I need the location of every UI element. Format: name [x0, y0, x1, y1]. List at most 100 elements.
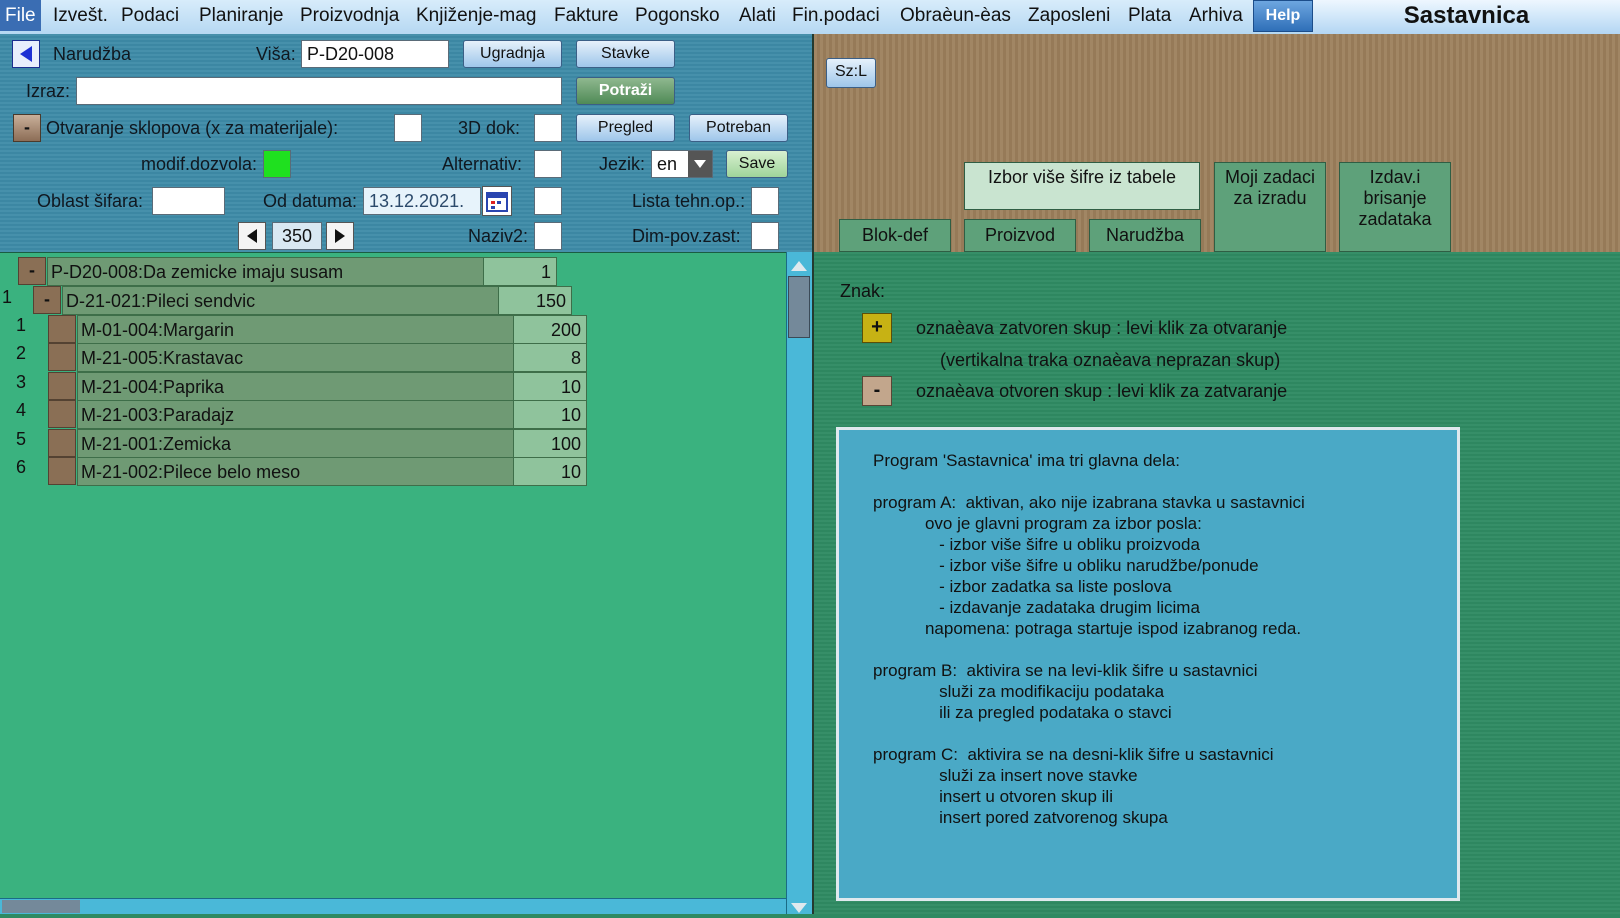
stavke-button[interactable]: Stavke: [576, 40, 675, 68]
naziv2-checkbox[interactable]: [534, 222, 562, 250]
menu-planiranje[interactable]: Planiranje: [199, 0, 284, 31]
info-line: napomena: potraga startuje ispod izabran…: [873, 619, 1302, 638]
scroll-down-icon[interactable]: [791, 900, 807, 918]
help-button[interactable]: Help: [1253, 0, 1313, 32]
tab-narudzba[interactable]: Narudžba: [1089, 219, 1201, 252]
tree-node-item[interactable]: M-21-001:Zemicka: [77, 429, 514, 458]
menu-knjizenje-mag[interactable]: Knjiženje-mag: [416, 0, 536, 31]
menu-izvestaji[interactable]: Izvešt.: [53, 0, 108, 31]
dok3d-checkbox[interactable]: [534, 114, 562, 142]
leaf-marker[interactable]: [48, 372, 76, 400]
tree-node-qty[interactable]: 100: [513, 429, 587, 458]
menu-plata[interactable]: Plata: [1128, 0, 1171, 31]
scroll-thumb[interactable]: [788, 276, 810, 338]
tree-node-qty[interactable]: 200: [513, 315, 587, 344]
info-line: služi za modifikaciju podataka: [873, 682, 1165, 701]
row-number: 4: [16, 400, 27, 420]
tree-node-item[interactable]: M-21-005:Krastavac: [77, 343, 514, 372]
tree-node-qty[interactable]: 150: [498, 286, 572, 315]
app-title: Sastavnica: [1313, 0, 1620, 34]
tab-proizvod[interactable]: Proizvod: [964, 219, 1076, 252]
collapse-sklopovi-button[interactable]: -: [13, 114, 41, 142]
menu-podaci[interactable]: Podaci: [121, 0, 179, 31]
potreban-button[interactable]: Potreban: [689, 114, 788, 142]
tab-blok-def[interactable]: Blok-def: [839, 219, 951, 252]
visa-label: Viša:: [256, 44, 296, 64]
tree-node-root[interactable]: P-D20-008:Da zemicke imaju susam: [47, 257, 484, 286]
menu-fin-podaci[interactable]: Fin.podaci: [792, 0, 880, 31]
dim-pov-checkbox[interactable]: [751, 222, 779, 250]
sub-expander[interactable]: -: [33, 286, 61, 314]
tree-node-qty[interactable]: 10: [513, 457, 587, 486]
menu-zaposleni[interactable]: Zaposleni: [1028, 0, 1110, 31]
leaf-marker[interactable]: [48, 315, 76, 343]
row-number: 2: [16, 343, 27, 363]
next-page-button[interactable]: [326, 222, 354, 250]
oblast-sifara-input[interactable]: [152, 187, 225, 215]
tree-node-item[interactable]: M-21-003:Paradajz: [77, 400, 514, 429]
pregled-button[interactable]: Pregled: [576, 114, 675, 142]
right-top-panel: Sz:L Izbor više šifre iz tabele Moji zad…: [812, 34, 1620, 252]
potrazi-button[interactable]: Potraži: [576, 77, 675, 105]
calendar-icon[interactable]: [482, 186, 512, 216]
leaf-marker[interactable]: [48, 429, 76, 457]
tree-horizontal-scrollbar[interactable]: [0, 898, 786, 914]
alternativ-checkbox[interactable]: [534, 150, 562, 178]
info-line: - izdavanje zadataka drugim licima: [873, 598, 1200, 617]
tree-node-qty[interactable]: 10: [513, 372, 587, 401]
leaf-marker[interactable]: [48, 457, 76, 485]
tree-node-item[interactable]: M-01-004:Margarin: [77, 315, 514, 344]
menu-proizvodnja[interactable]: Proizvodnja: [300, 0, 399, 31]
od-datuma-input[interactable]: 13.12.2021.: [363, 187, 481, 215]
tab-izdavanje-line-3: zadataka: [1358, 209, 1432, 229]
page-number-input[interactable]: 350: [272, 222, 322, 250]
scroll-thumb[interactable]: [2, 900, 80, 913]
menu-pogonsko[interactable]: Pogonsko: [635, 0, 720, 31]
left-toolbar: Narudžba Viša: P-D20-008 Ugradnja Stavke…: [0, 34, 812, 252]
otvaranje-label: Otvaranje sklopova (x za materijale):: [46, 118, 339, 138]
narudzba-label: Narudžba: [53, 44, 132, 64]
tree-node-item[interactable]: M-21-004:Paprika: [77, 372, 514, 401]
menu-arhiva[interactable]: Arhiva: [1189, 0, 1243, 31]
leaf-marker[interactable]: [48, 400, 76, 428]
back-button[interactable]: [12, 40, 40, 68]
szl-button[interactable]: Sz:L: [826, 58, 876, 88]
tree-node-qty[interactable]: 8: [513, 343, 587, 372]
ugradnja-button[interactable]: Ugradnja: [463, 40, 562, 68]
save-button[interactable]: Save: [726, 150, 788, 178]
scroll-up-icon[interactable]: [791, 258, 807, 276]
tab-moji-zadaci-line-1: Moji zadaci: [1224, 167, 1316, 187]
menu-obracun-cas[interactable]: Obraèun-èas: [900, 0, 1011, 31]
bom-tree-panel: - P-D20-008:Da zemicke imaju susam 1 1 -…: [0, 252, 786, 914]
tab-moji-zadaci[interactable]: Moji zadaci za izradu: [1214, 162, 1326, 252]
jezik-select[interactable]: en: [651, 150, 713, 178]
menu-fakture[interactable]: Fakture: [554, 0, 618, 31]
tab-moji-zadaci-line-2: za izradu: [1233, 188, 1307, 208]
modif-dozvola-indicator[interactable]: [263, 150, 291, 178]
leaf-marker[interactable]: [48, 343, 76, 371]
prev-page-button[interactable]: [238, 222, 266, 250]
menu-file[interactable]: File: [0, 0, 41, 31]
tree-node-sub[interactable]: D-21-021:Pileci sendvic: [62, 286, 499, 315]
tree-node-item[interactable]: M-21-002:Pilece belo meso: [77, 457, 514, 486]
tree-node-qty[interactable]: 10: [513, 400, 587, 429]
otvaranje-checkbox[interactable]: [394, 114, 422, 142]
izraz-input[interactable]: [76, 77, 562, 105]
root-expander[interactable]: -: [18, 257, 46, 285]
lista-tehn-checkbox[interactable]: [751, 187, 779, 215]
tree-vertical-scrollbar[interactable]: [786, 252, 812, 914]
visa-input[interactable]: P-D20-008: [301, 40, 449, 68]
tree-node-qty[interactable]: 1: [483, 257, 557, 286]
row-number: 1: [2, 287, 13, 307]
menu-alati[interactable]: Alati: [739, 0, 776, 31]
menu-bar: File Izvešt. Podaci Planiranje Proizvodn…: [0, 0, 1620, 34]
info-box: Program 'Sastavnica' ima tri glavna dela…: [836, 427, 1460, 901]
tab-izbor-vise-sifre[interactable]: Izbor više šifre iz tabele: [964, 162, 1200, 210]
info-line: služi za insert nove stavke: [873, 766, 1138, 785]
tab-izdavanje-zadataka[interactable]: Izdav.i brisanje zadataka: [1339, 162, 1451, 252]
row-number: 3: [16, 372, 27, 392]
chevron-down-icon[interactable]: [688, 151, 712, 177]
plus-icon: +: [862, 313, 892, 343]
info-line: - izbor više šifre u obliku narudžbe/pon…: [873, 556, 1259, 575]
od-datuma-checkbox[interactable]: [534, 187, 562, 215]
